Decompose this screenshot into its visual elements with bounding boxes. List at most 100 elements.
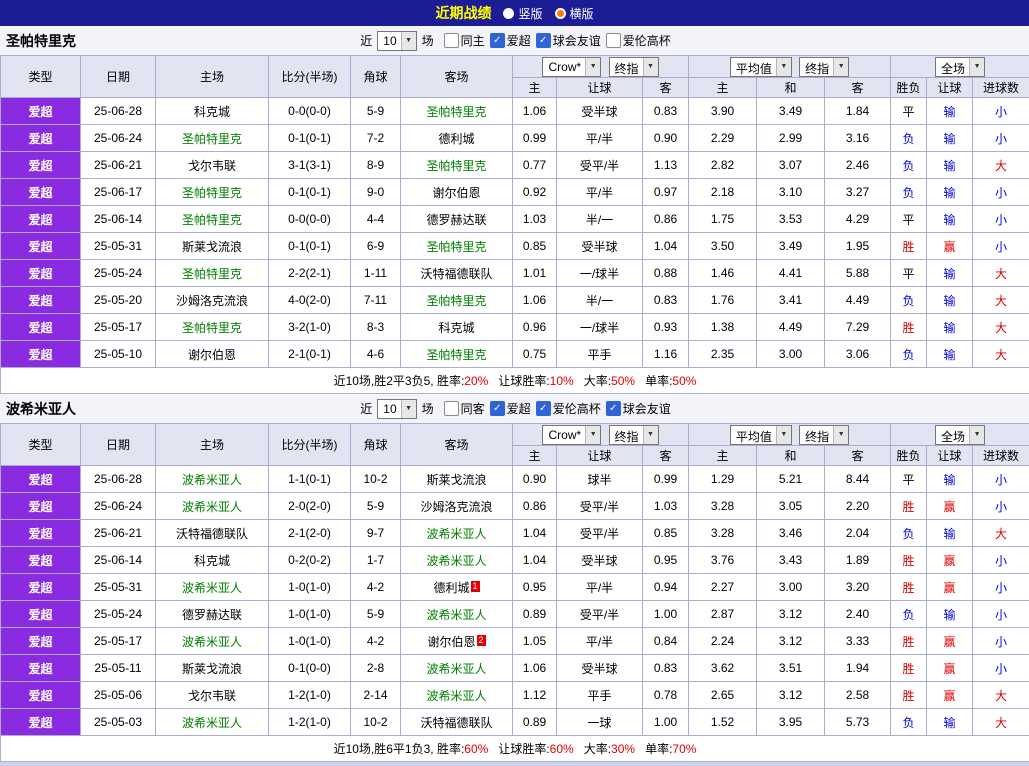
col-handicap-result: 让球 [927, 78, 973, 98]
match-score: 1-0(1-0) [269, 574, 351, 601]
result-goals: 小 [973, 179, 1029, 206]
home-team: 沙姆洛克流浪 [156, 287, 269, 314]
section-header-bar: 圣帕特里克 近 10▼ 场 同主✓爱超✓球会友谊爱伦高杯 [0, 26, 1029, 55]
result-handicap: 赢 [927, 628, 973, 655]
euro-home-odds: 2.24 [689, 628, 757, 655]
layout-radio-horizontal[interactable]: 横版 [555, 5, 594, 22]
filter-checkbox[interactable]: ✓ [490, 33, 505, 48]
radio-label: 竖版 [518, 5, 542, 22]
result-goals: 小 [973, 628, 1029, 655]
match-row: 爱超25-06-21沃特福德联队2-1(2-0)9-7波希米亚人1.04受平/半… [1, 520, 1029, 547]
bookmaker-select[interactable]: Crow*▼ [542, 425, 601, 445]
asian-away-odds: 0.93 [643, 314, 689, 341]
match-row: 爱超25-05-17圣帕特里克3-2(1-0)8-3科克城0.96一/球半0.9… [1, 314, 1029, 341]
record-summary: 近10场,胜2平3负5, 胜率:20%让球胜率:10%大率:50%单率:50% [1, 368, 1029, 394]
home-team: 圣帕特里克 [156, 260, 269, 287]
euro-odds-time-select[interactable]: 终指▼ [799, 425, 849, 445]
asian-home-odds: 0.96 [513, 314, 557, 341]
euro-away-odds: 4.49 [825, 287, 891, 314]
col-euro-draw: 和 [757, 446, 825, 466]
result-handicap: 赢 [927, 547, 973, 574]
summary-text: 近10场,胜6平1负3, 胜率: [334, 742, 465, 756]
asian-home-odds: 0.99 [513, 125, 557, 152]
filter-checkbox[interactable]: ✓ [536, 401, 551, 416]
away-team: 波希米亚人 [401, 655, 513, 682]
match-count-select[interactable]: 10▼ [377, 31, 416, 51]
match-score: 1-0(1-0) [269, 628, 351, 655]
result-goals: 大 [973, 341, 1029, 368]
match-row: 爱超25-06-24波希米亚人2-0(2-0)5-9沙姆洛克流浪0.86受平/半… [1, 493, 1029, 520]
euro-odds-select-group: 平均值▼ 终指▼ [689, 56, 891, 78]
filter-checkbox-label: 爱伦高杯 [623, 32, 671, 49]
filter-checkboxes: 同主✓爱超✓球会友谊爱伦高杯 [439, 32, 671, 49]
corners-score: 4-6 [351, 341, 401, 368]
league-badge: 爱超 [1, 709, 81, 736]
result-outcome: 负 [891, 125, 927, 152]
home-team: 科克城 [156, 547, 269, 574]
result-outcome: 平 [891, 98, 927, 125]
rank-badge: 2 [477, 635, 486, 646]
league-badge: 爱超 [1, 493, 81, 520]
match-date: 25-05-31 [81, 574, 156, 601]
asian-odds-time-select[interactable]: 终指▼ [609, 57, 659, 77]
filter-checkbox[interactable] [444, 33, 459, 48]
asian-handicap: 平/半 [557, 125, 643, 152]
team-label: 圣帕特里克 [182, 321, 242, 335]
away-team: 科克城 [401, 314, 513, 341]
filter-checkbox[interactable]: ✓ [490, 401, 505, 416]
team-label: 戈尔韦联 [188, 159, 236, 173]
result-handicap: 输 [927, 520, 973, 547]
euro-draw-odds: 3.12 [757, 682, 825, 709]
euro-odds-type-select[interactable]: 平均值▼ [730, 425, 792, 445]
matches-table: 类型 日期 主场 比分(半场) 角球 客场 Crow*▼ 终指▼ 平均值▼ 终指… [0, 55, 1029, 394]
euro-home-odds: 2.35 [689, 341, 757, 368]
corners-score: 9-7 [351, 520, 401, 547]
filter-checkbox[interactable] [606, 33, 621, 48]
asian-home-odds: 0.95 [513, 574, 557, 601]
asian-away-odds: 0.83 [643, 655, 689, 682]
asian-handicap: 一/球半 [557, 260, 643, 287]
matches-table: 类型 日期 主场 比分(半场) 角球 客场 Crow*▼ 终指▼ 平均值▼ 终指… [0, 423, 1029, 762]
euro-away-odds: 3.16 [825, 125, 891, 152]
result-goals: 小 [973, 233, 1029, 260]
filter-checkbox[interactable]: ✓ [536, 33, 551, 48]
euro-odds-type-select[interactable]: 平均值▼ [730, 57, 792, 77]
match-row: 爱超25-05-03波希米亚人1-2(1-0)10-2沃特福德联队0.89一球1… [1, 709, 1029, 736]
col-euro-draw: 和 [757, 78, 825, 98]
result-goals: 大 [973, 682, 1029, 709]
result-scope-select[interactable]: 全场▼ [935, 57, 985, 77]
match-row: 爱超25-05-17波希米亚人1-0(1-0)4-2谢尔伯恩21.05平/半0.… [1, 628, 1029, 655]
euro-away-odds: 1.84 [825, 98, 891, 125]
asian-odds-time-select[interactable]: 终指▼ [609, 425, 659, 445]
result-goals: 小 [973, 655, 1029, 682]
asian-home-odds: 1.06 [513, 655, 557, 682]
asian-home-odds: 1.03 [513, 206, 557, 233]
chevron-down-icon: ▼ [401, 32, 416, 50]
home-team: 波希米亚人 [156, 628, 269, 655]
team-label: 圣帕特里克 [182, 132, 242, 146]
euro-odds-time-select[interactable]: 终指▼ [799, 57, 849, 77]
col-header-type: 类型 [1, 424, 81, 466]
chevron-down-icon: ▼ [969, 58, 984, 76]
result-scope-select[interactable]: 全场▼ [935, 425, 985, 445]
home-team: 圣帕特里克 [156, 314, 269, 341]
layout-radio-vertical[interactable]: 竖版 [503, 5, 542, 22]
league-badge: 爱超 [1, 179, 81, 206]
team-label: 沙姆洛克流浪 [420, 500, 492, 514]
match-date: 25-05-31 [81, 233, 156, 260]
match-count-select[interactable]: 10▼ [377, 399, 416, 419]
match-date: 25-06-17 [81, 179, 156, 206]
corners-score: 4-4 [351, 206, 401, 233]
filter-checkbox[interactable]: ✓ [606, 401, 621, 416]
horizontal-scrollbar[interactable] [0, 762, 1029, 766]
team-label: 波希米亚人 [182, 581, 242, 595]
away-team: 谢尔伯恩 [401, 179, 513, 206]
team-label: 波希米亚人 [182, 473, 242, 487]
filter-checkbox[interactable] [444, 401, 459, 416]
away-team: 圣帕特里克 [401, 287, 513, 314]
team-label: 谢尔伯恩 [188, 348, 236, 362]
summary-text: 大率: [584, 742, 611, 756]
bookmaker-select[interactable]: Crow*▼ [542, 57, 601, 77]
team-label: 科克城 [194, 554, 230, 568]
away-team: 谢尔伯恩2 [401, 628, 513, 655]
